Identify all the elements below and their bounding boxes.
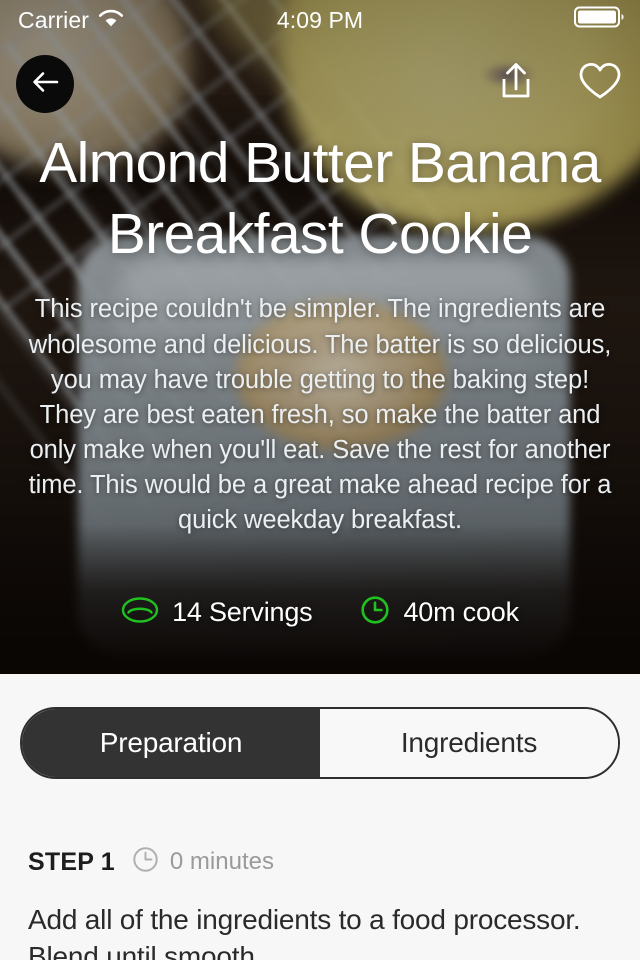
tab-ingredients-label: Ingredients (400, 727, 538, 758)
step-duration: 0 minutes (132, 846, 274, 878)
tab-ingredients[interactable]: Ingredients (320, 709, 618, 777)
recipe-content-panel: Preparation Ingredients STEP 1 0 minutes… (0, 674, 640, 960)
page-title: Almond Butter Banana Breakfast Cookie (39, 131, 601, 266)
servings-label: 14 Servings (172, 597, 313, 627)
back-button[interactable] (16, 55, 74, 113)
cook-time-label: 40m cook (403, 597, 519, 627)
tab-preparation-label: Preparation (99, 727, 243, 758)
step-number-label: STEP 1 (28, 847, 115, 876)
preparation-ingredients-segmented-control: Preparation Ingredients (20, 707, 620, 779)
recipe-meta-row: 14 Servings 40m cook (0, 595, 640, 630)
hero-action-bar (496, 60, 622, 107)
back-arrow-icon (30, 70, 60, 99)
status-bar: Carrier 4:09 PM (0, 0, 640, 40)
hero-section: Carrier 4:09 PM Almond Butter Banana Bre… (0, 0, 640, 674)
clock-icon (360, 595, 390, 630)
tab-preparation[interactable]: Preparation (22, 709, 320, 777)
hero-text-block: Almond Butter Banana Breakfast Cookie Th… (0, 128, 640, 539)
clock-time: 4:09 PM (276, 6, 364, 33)
bowl-icon (121, 595, 159, 630)
servings-meta: 14 Servings (121, 595, 313, 630)
cook-time-meta: 40m cook (360, 595, 519, 630)
step-duration-label: 0 minutes (169, 848, 274, 875)
clock-icon (132, 846, 159, 878)
recipe-detail-screen: Carrier 4:09 PM Almond Butter Banana Bre… (0, 0, 640, 960)
recipe-description: This recipe couldn't be simpler. The ing… (28, 295, 612, 535)
share-button[interactable] (496, 60, 536, 107)
step-instruction-text: Add all of the ingredients to a food pro… (28, 904, 581, 960)
step-header: STEP 1 0 minutes (28, 846, 274, 878)
favorite-button[interactable] (578, 61, 622, 106)
